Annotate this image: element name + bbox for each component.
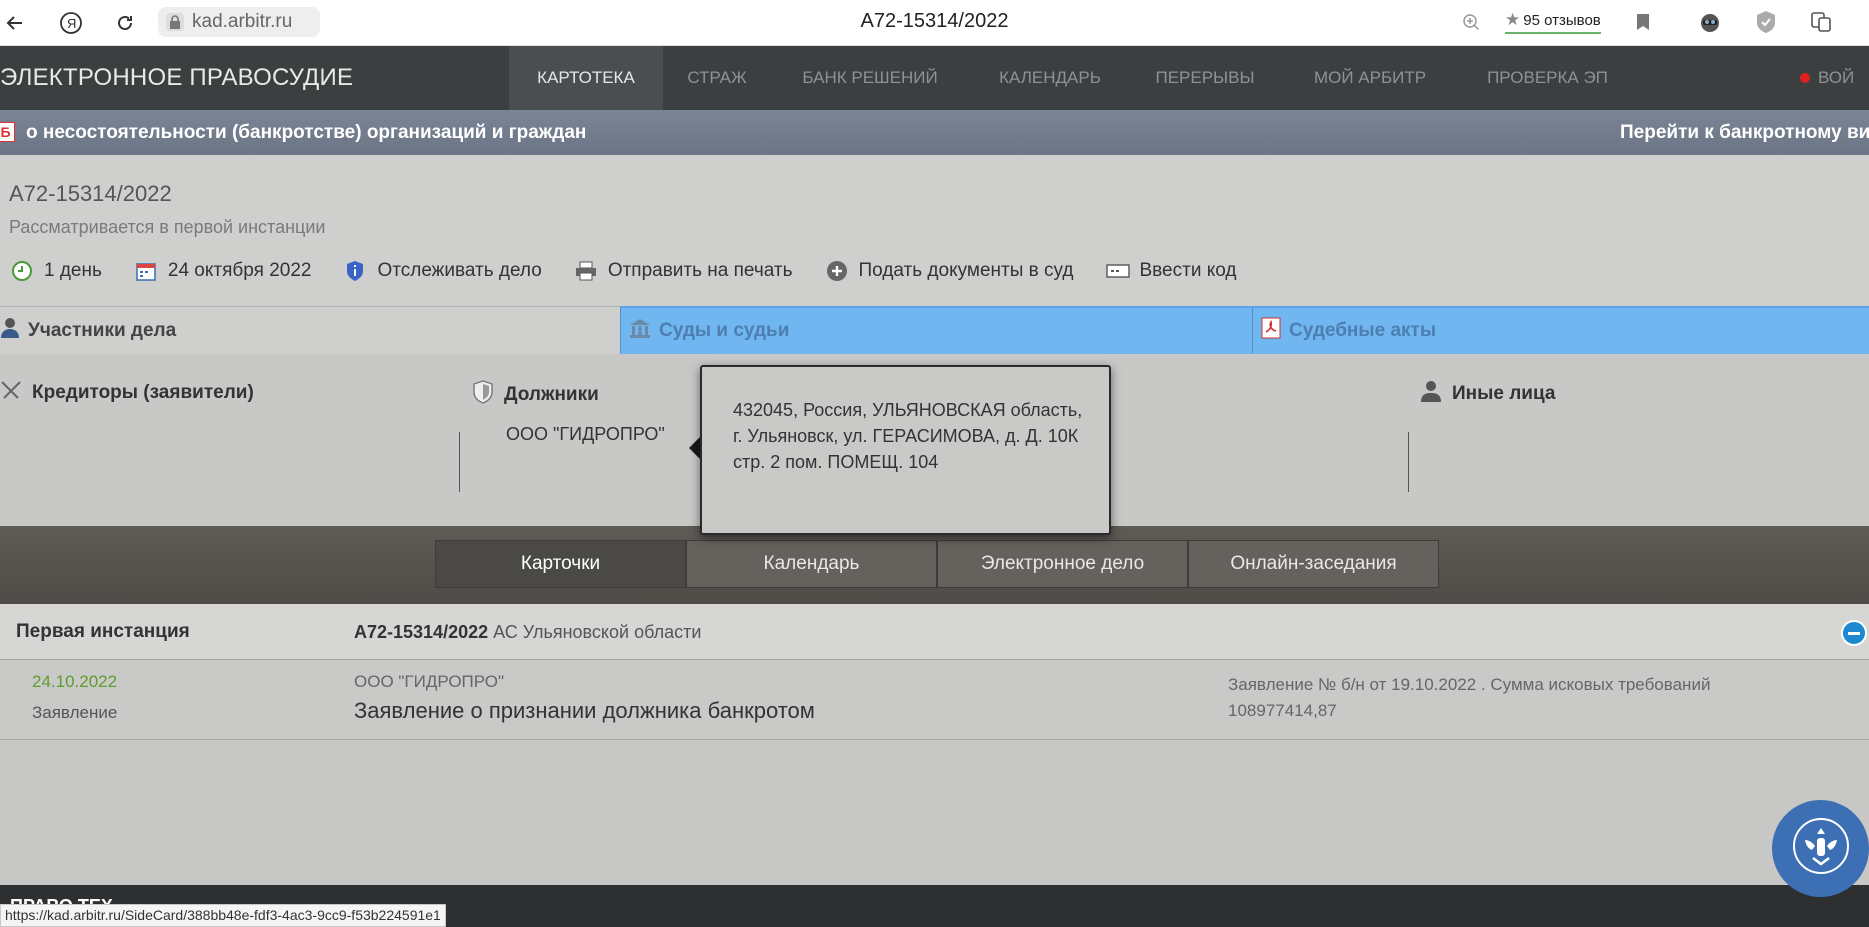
document-description: Заявление № б/н от 19.10.2022 . Сумма ис… bbox=[1228, 675, 1711, 720]
collapse-icon[interactable] bbox=[1841, 620, 1867, 646]
back-arrow-icon[interactable] bbox=[0, 8, 30, 38]
enter-code-button[interactable]: Ввести код bbox=[1105, 259, 1237, 283]
seg-online-sessions[interactable]: Онлайн-заседания bbox=[1188, 540, 1439, 588]
zoom-icon[interactable] bbox=[1458, 9, 1484, 35]
bankruptcy-b-icon: Б bbox=[0, 122, 15, 142]
nav-bank-resheniy[interactable]: БАНК РЕШЕНИЙ bbox=[790, 46, 950, 110]
date-label: 24 октября 2022 bbox=[167, 260, 312, 281]
seg-electronic-case[interactable]: Электронное дело bbox=[937, 540, 1188, 588]
others-label: Иные лица bbox=[1452, 383, 1556, 404]
tab-participants[interactable]: Участники дела bbox=[0, 306, 620, 354]
case-header: А72-15314/2022 Рассматривается в первой … bbox=[0, 155, 1869, 306]
document-type: Заявление bbox=[32, 703, 118, 722]
days-label: 1 день bbox=[44, 260, 102, 281]
instance-court: АС Ульяновской области bbox=[493, 622, 702, 642]
translate-extension-icon[interactable] bbox=[1808, 9, 1834, 35]
login-label: ВОЙ bbox=[1818, 68, 1855, 87]
debtor-link[interactable]: ООО "ГИДРОПРО" bbox=[506, 424, 665, 445]
status-dot-icon bbox=[1800, 73, 1810, 83]
tab-courts[interactable]: Суды и судьи bbox=[620, 306, 1252, 354]
shield-extension-icon[interactable] bbox=[1753, 9, 1779, 35]
site-header: ЭЛЕКТРОННОЕ ПРАВОСУДИЕ КАРТОТЕКА СТРАЖ Б… bbox=[0, 46, 1869, 110]
address-tooltip: 432045, Россия, УЛЬЯНОВСКАЯ область, г. … bbox=[700, 365, 1111, 535]
track-case-button[interactable]: Отслеживать дело bbox=[343, 259, 542, 283]
reviews-text: 95 отзывов bbox=[1523, 11, 1601, 29]
seg-calendar[interactable]: Календарь bbox=[686, 540, 937, 588]
tab-courts-label: Суды и судьи bbox=[659, 320, 790, 341]
nav-moy-arbitr[interactable]: МОЙ АРБИТР bbox=[1300, 46, 1440, 110]
bankruptcy-banner: Б о несостоятельности (банкротстве) орга… bbox=[0, 110, 1869, 155]
case-date: 24 октября 2022 bbox=[134, 259, 312, 283]
tab-participants-label: Участники дела bbox=[28, 319, 177, 341]
printer-icon bbox=[574, 259, 598, 283]
enter-code-label: Ввести код bbox=[1139, 260, 1237, 281]
emblem-button[interactable] bbox=[1772, 800, 1869, 897]
spy-extension-icon[interactable] bbox=[1697, 9, 1723, 35]
debtors-header: Должники bbox=[472, 380, 599, 410]
eagle-emblem-icon bbox=[1791, 816, 1851, 881]
address-bar[interactable]: kad.arbitr.ru bbox=[158, 7, 320, 37]
nav-calendar[interactable]: КАЛЕНДАРЬ bbox=[985, 46, 1115, 110]
document-org: ООО "ГИДРОПРО" bbox=[354, 672, 504, 691]
case-status: Рассматривается в первой инстанции bbox=[9, 217, 326, 237]
reviews-badge[interactable]: ★ 95 отзывов bbox=[1505, 10, 1601, 34]
star-icon: ★ bbox=[1505, 10, 1521, 29]
svg-text:Я: Я bbox=[67, 16, 76, 31]
tab-court-acts[interactable]: Судебные акты bbox=[1252, 306, 1869, 354]
nav-proverka-ep[interactable]: ПРОВЕРКА ЭП bbox=[1475, 46, 1620, 110]
info-shield-icon bbox=[343, 259, 367, 283]
others-header: Иные лица bbox=[1420, 380, 1555, 408]
case-tabs: Участники дела Суды и судьи Судебные акт… bbox=[0, 306, 1869, 354]
column-divider bbox=[1408, 432, 1409, 492]
user-silhouette-icon bbox=[1420, 380, 1442, 408]
bankruptcy-banner-text: о несостоятельности (банкротстве) органи… bbox=[26, 122, 587, 143]
plus-circle-icon bbox=[825, 259, 849, 283]
track-label: Отслеживать дело bbox=[377, 260, 542, 281]
clock-icon bbox=[10, 259, 34, 283]
case-actions: 1 день 24 октября 2022 Отслеживать дело … bbox=[10, 255, 1268, 287]
instance-case: А72-15314/2022 АС Ульяновской области bbox=[354, 604, 701, 660]
bankruptcy-view-link[interactable]: Перейти к банкротному ви bbox=[1620, 110, 1869, 155]
days-counter: 1 день bbox=[10, 259, 102, 283]
section-switcher: Карточки Календарь Электронное дело Онла… bbox=[0, 526, 1869, 604]
document-title[interactable]: Заявление о признании должника банкротом bbox=[354, 698, 815, 724]
shield-icon bbox=[472, 380, 494, 410]
creditors-header: Кредиторы (заявители) bbox=[0, 380, 254, 406]
instance-label: Первая инстанция bbox=[16, 621, 190, 642]
print-label: Отправить на печать bbox=[607, 260, 793, 281]
instance-header: Первая инстанция А72-15314/2022 АС Ульян… bbox=[0, 604, 1869, 660]
nav-kartoteka[interactable]: КАРТОТЕКА bbox=[509, 46, 663, 110]
pdf-icon bbox=[1261, 317, 1281, 345]
document-date: 24.10.2022 bbox=[32, 672, 118, 691]
courthouse-icon bbox=[629, 318, 651, 344]
creditors-label: Кредиторы (заявители) bbox=[32, 382, 254, 403]
column-divider bbox=[459, 432, 460, 492]
status-bar-url: https://kad.arbitr.ru/SideCard/388bb48e-… bbox=[0, 904, 446, 927]
tab-acts-label: Судебные акты bbox=[1289, 320, 1437, 341]
print-button[interactable]: Отправить на печать bbox=[574, 259, 793, 283]
seg-cards[interactable]: Карточки bbox=[435, 540, 686, 588]
submit-documents-button[interactable]: Подать документы в суд bbox=[825, 259, 1074, 283]
person-icon bbox=[0, 317, 20, 345]
login-link[interactable]: ВОЙ bbox=[1800, 46, 1854, 110]
site-logo[interactable]: ЭЛЕКТРОННОЕ ПРАВОСУДИЕ bbox=[0, 46, 353, 110]
instance-case-number: А72-15314/2022 bbox=[354, 622, 489, 642]
url-text: kad.arbitr.ru bbox=[192, 11, 293, 32]
document-row[interactable]: 24.10.2022 Заявление ООО "ГИДРОПРО" Заяв… bbox=[0, 660, 1869, 740]
crossed-swords-icon bbox=[0, 380, 22, 406]
bookmark-icon[interactable] bbox=[1630, 9, 1656, 35]
debtors-label: Должники bbox=[504, 384, 599, 405]
nav-strazh[interactable]: СТРАЖ bbox=[668, 46, 766, 110]
keyboard-icon bbox=[1105, 259, 1130, 283]
browser-toolbar: Я kad.arbitr.ru А72-15314/2022 ★ 95 отзы… bbox=[0, 0, 1869, 46]
yandex-icon[interactable]: Я bbox=[56, 8, 86, 38]
nav-pereryvy[interactable]: ПЕРЕРЫВЫ bbox=[1150, 46, 1260, 110]
calendar-icon bbox=[134, 259, 158, 283]
submit-label: Подать документы в суд bbox=[858, 260, 1074, 281]
case-number: А72-15314/2022 bbox=[9, 181, 172, 206]
lock-icon bbox=[166, 13, 184, 31]
reload-icon[interactable] bbox=[110, 8, 140, 38]
